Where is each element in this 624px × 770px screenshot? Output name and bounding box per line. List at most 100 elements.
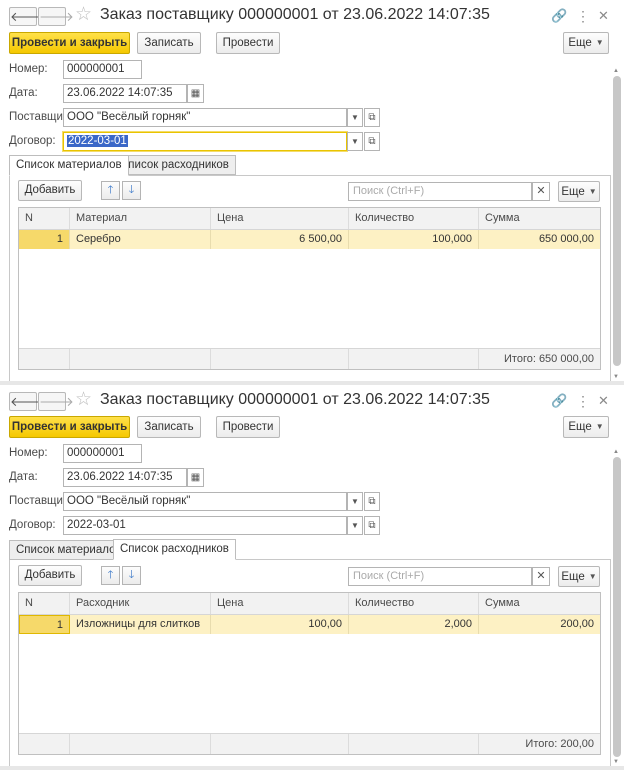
post-and-close-button[interactable]: Провести и закрыть — [9, 32, 130, 54]
row-item[interactable]: Серебро — [70, 230, 211, 249]
table-footer: Итого: 650 000,00 — [19, 348, 600, 369]
save-button[interactable]: Записать — [137, 416, 201, 438]
post-button[interactable]: Провести — [216, 416, 280, 438]
contract-open-icon[interactable]: ⧉ — [364, 132, 380, 151]
table-row[interactable]: 1 Изложницы для слитков 100,00 2,000 200… — [19, 615, 600, 634]
supplier-dropdown-icon[interactable]: ▼ — [347, 108, 363, 127]
scroll-down-icon[interactable]: ▼ — [613, 374, 619, 380]
row-n[interactable]: 1 — [19, 615, 70, 634]
row-sum[interactable]: 200,00 — [479, 615, 600, 634]
column-header-n[interactable]: N — [19, 208, 70, 229]
tab-consumables[interactable]: Список расходников — [113, 539, 236, 560]
scroll-up-icon[interactable]: ▲ — [613, 68, 619, 74]
column-header-qty[interactable]: Количество — [349, 208, 479, 229]
scroll-up-icon[interactable]: ▲ — [613, 449, 619, 455]
contract-open-icon[interactable]: ⧉ — [364, 516, 380, 535]
save-button[interactable]: Записать — [137, 32, 201, 54]
contract-dropdown-icon[interactable]: ▼ — [347, 132, 363, 151]
close-icon[interactable]: ✕ — [598, 8, 609, 24]
document-window-consumables: 🡐 🡒 ☆ Заказ поставщику 000000001 от 23.0… — [0, 385, 624, 766]
calendar-icon[interactable]: ▦ — [187, 468, 204, 487]
tab-materials[interactable]: Список материалов — [9, 540, 129, 560]
forward-button[interactable]: 🡒 — [38, 7, 74, 26]
tab-consumables[interactable]: Список расходников — [113, 155, 236, 175]
add-button[interactable]: Добавить — [18, 565, 82, 586]
date-field[interactable]: 23.06.2022 14:07:35 — [63, 84, 187, 103]
link-icon[interactable]: 🔗 — [551, 8, 567, 24]
row-price[interactable]: 6 500,00 — [211, 230, 349, 249]
footer-cell — [211, 734, 349, 754]
column-header-n[interactable]: N — [19, 593, 70, 614]
table-footer: Итого: 200,00 — [19, 733, 600, 754]
contract-field[interactable]: 2022-03-01 — [63, 516, 347, 535]
star-icon[interactable]: ☆ — [75, 390, 92, 410]
table-more-button[interactable]: Еще ▼ — [558, 181, 600, 202]
chevron-down-icon: ▼ — [595, 422, 604, 431]
row-qty[interactable]: 2,000 — [349, 615, 479, 634]
arrow-right-icon: 🡒 — [39, 394, 74, 409]
items-table: N Материал Цена Количество Сумма 1 Сереб… — [18, 207, 601, 370]
supplier-label: Поставщик: — [9, 111, 72, 123]
more-button[interactable]: Еще ▼ — [563, 416, 609, 438]
footer-cell — [211, 349, 349, 369]
supplier-label: Поставщик: — [9, 495, 72, 507]
contract-label: Договор: — [9, 135, 56, 147]
more-button[interactable]: Еще ▼ — [563, 32, 609, 54]
move-down-icon[interactable]: 🡓 — [122, 181, 141, 200]
scroll-down-icon[interactable]: ▼ — [613, 759, 619, 765]
calendar-icon[interactable]: ▦ — [187, 84, 204, 103]
row-price[interactable]: 100,00 — [211, 615, 349, 634]
star-icon[interactable]: ☆ — [75, 5, 92, 25]
document-window-materials: 🡐 🡒 ☆ Заказ поставщику 000000001 от 23.0… — [0, 0, 624, 381]
row-item[interactable]: Изложницы для слитков — [70, 615, 211, 634]
clear-search-icon[interactable]: ✕ — [532, 567, 550, 586]
supplier-dropdown-icon[interactable]: ▼ — [347, 492, 363, 511]
table-row[interactable]: 1 Серебро 6 500,00 100,000 650 000,00 — [19, 230, 600, 249]
date-field[interactable]: 23.06.2022 14:07:35 — [63, 468, 187, 487]
column-header-qty[interactable]: Количество — [349, 593, 479, 614]
move-down-icon[interactable]: 🡓 — [122, 566, 141, 585]
vertical-scrollbar[interactable] — [613, 76, 621, 366]
search-input[interactable]: Поиск (Ctrl+F) — [348, 567, 532, 586]
link-icon[interactable]: 🔗 — [551, 393, 567, 409]
table-header: N Материал Цена Количество Сумма — [19, 208, 600, 230]
supplier-field[interactable]: ООО "Весёлый горняк" — [63, 108, 347, 127]
contract-dropdown-icon[interactable]: ▼ — [347, 516, 363, 535]
table-more-button[interactable]: Еще ▼ — [558, 566, 600, 587]
forward-button[interactable]: 🡒 — [38, 392, 74, 411]
add-button[interactable]: Добавить — [18, 180, 82, 201]
close-icon[interactable]: ✕ — [598, 393, 609, 409]
footer-cell — [70, 349, 211, 369]
date-label: Дата: — [9, 471, 38, 483]
post-button[interactable]: Провести — [216, 32, 280, 54]
chevron-down-icon: ▼ — [588, 572, 597, 581]
more-vertical-icon[interactable]: ⋮ — [576, 8, 590, 24]
contract-field[interactable]: 2022-03-01 — [63, 132, 347, 151]
column-header-price[interactable]: Цена — [211, 593, 349, 614]
number-field[interactable]: 000000001 — [63, 60, 142, 79]
column-header-item[interactable]: Материал — [70, 208, 211, 229]
footer-cell — [349, 349, 479, 369]
column-header-item[interactable]: Расходник — [70, 593, 211, 614]
more-vertical-icon[interactable]: ⋮ — [576, 393, 590, 409]
column-header-price[interactable]: Цена — [211, 208, 349, 229]
post-and-close-button[interactable]: Провести и закрыть — [9, 416, 130, 438]
supplier-field[interactable]: ООО "Весёлый горняк" — [63, 492, 347, 511]
supplier-open-icon[interactable]: ⧉ — [364, 492, 380, 511]
move-up-icon[interactable]: 🡑 — [101, 566, 120, 585]
row-sum[interactable]: 650 000,00 — [479, 230, 600, 249]
row-qty[interactable]: 100,000 — [349, 230, 479, 249]
back-button[interactable]: 🡐 — [9, 7, 45, 26]
back-button[interactable]: 🡐 — [9, 392, 45, 411]
supplier-open-icon[interactable]: ⧉ — [364, 108, 380, 127]
total-sum: Итого: 200,00 — [525, 738, 594, 750]
search-input[interactable]: Поиск (Ctrl+F) — [348, 182, 532, 201]
vertical-scrollbar[interactable] — [613, 457, 621, 757]
move-up-icon[interactable]: 🡑 — [101, 181, 120, 200]
column-header-sum[interactable]: Сумма — [479, 208, 600, 229]
clear-search-icon[interactable]: ✕ — [532, 182, 550, 201]
tab-materials[interactable]: Список материалов — [9, 155, 129, 176]
column-header-sum[interactable]: Сумма — [479, 593, 600, 614]
row-n[interactable]: 1 — [19, 230, 70, 249]
number-field[interactable]: 000000001 — [63, 444, 142, 463]
